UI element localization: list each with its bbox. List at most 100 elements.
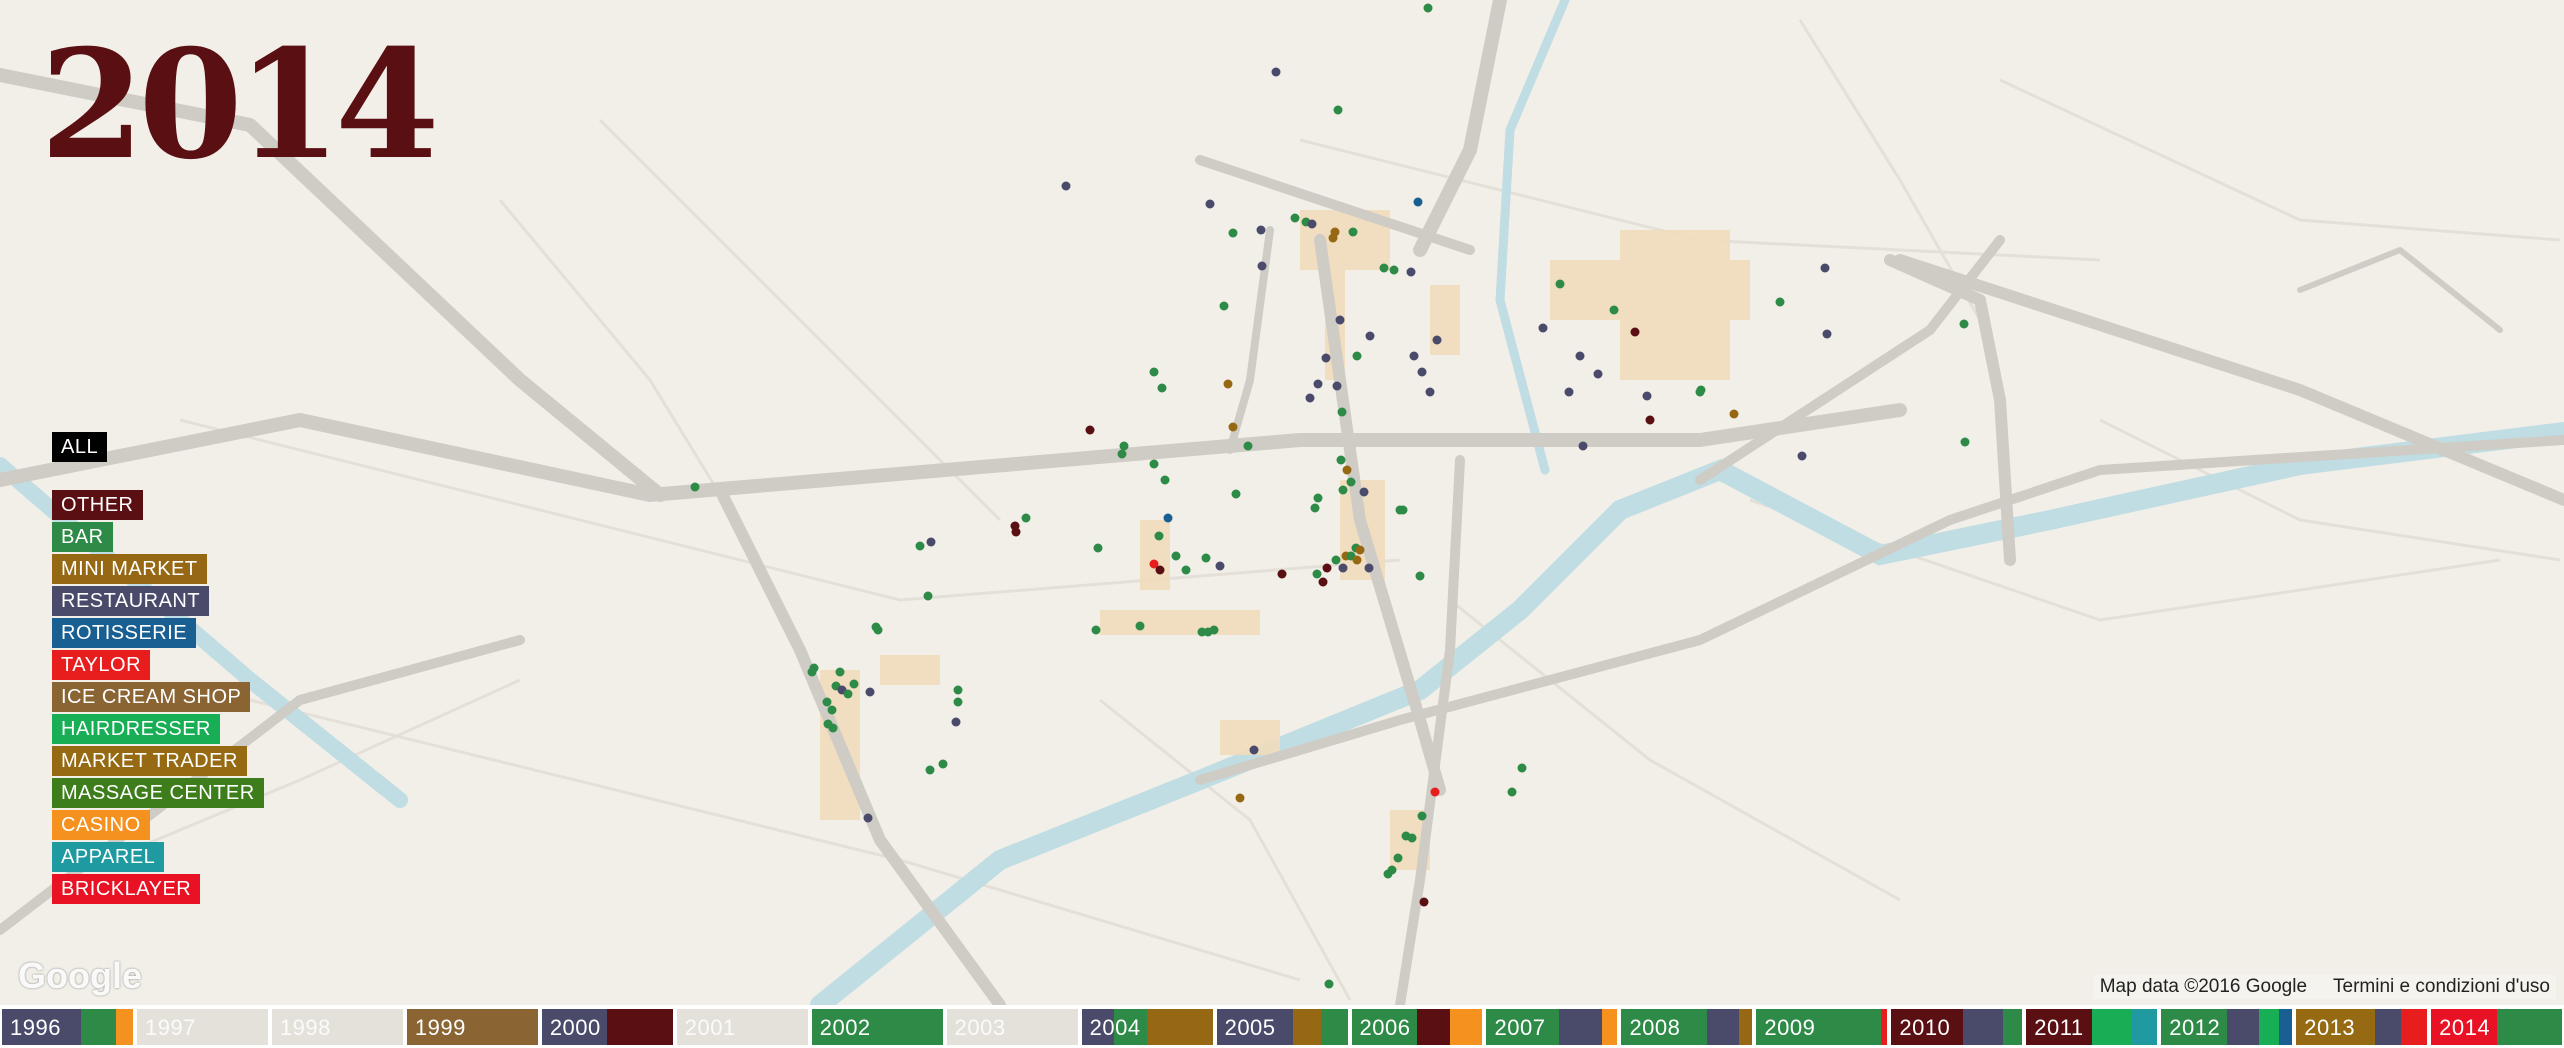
filter-restaurant-button[interactable]: RESTAURANT bbox=[52, 586, 210, 616]
map-pin[interactable] bbox=[1155, 565, 1165, 575]
year-1999-button[interactable]: 1999 bbox=[406, 1009, 538, 1045]
map-pin[interactable] bbox=[1342, 465, 1352, 475]
map-pin[interactable] bbox=[1430, 787, 1440, 797]
filter-bar-button[interactable]: BAR bbox=[52, 522, 113, 552]
map-pin[interactable] bbox=[1507, 787, 1517, 797]
map-pin[interactable] bbox=[1822, 329, 1832, 339]
map-pin[interactable] bbox=[1157, 383, 1167, 393]
year-1998-button[interactable]: 1998 bbox=[271, 1009, 403, 1045]
map-pin[interactable] bbox=[926, 537, 936, 547]
map-pin[interactable] bbox=[1695, 387, 1705, 397]
map-pin[interactable] bbox=[1415, 571, 1425, 581]
map-pin[interactable] bbox=[1389, 265, 1399, 275]
year-1997-button[interactable]: 1997 bbox=[136, 1009, 268, 1045]
map-pin[interactable] bbox=[1359, 487, 1369, 497]
map-pin[interactable] bbox=[1163, 513, 1173, 523]
map-pin[interactable] bbox=[953, 685, 963, 695]
map-pin[interactable] bbox=[1352, 351, 1362, 361]
map-pin[interactable] bbox=[1228, 422, 1238, 432]
map-pin[interactable] bbox=[1277, 569, 1287, 579]
map-pin[interactable] bbox=[1337, 407, 1347, 417]
map-pin[interactable] bbox=[1425, 387, 1435, 397]
year-2007-button[interactable]: 2007 bbox=[1486, 1009, 1618, 1045]
map-pin[interactable] bbox=[1333, 105, 1343, 115]
map-pin[interactable] bbox=[1797, 451, 1807, 461]
map-pin[interactable] bbox=[925, 765, 935, 775]
map-pin[interactable] bbox=[1310, 503, 1320, 513]
map-pin[interactable] bbox=[809, 663, 819, 673]
map-pin[interactable] bbox=[1249, 745, 1259, 755]
map-pin[interactable] bbox=[1423, 3, 1433, 13]
map-pin[interactable] bbox=[1312, 569, 1322, 579]
map-pin[interactable] bbox=[1609, 305, 1619, 315]
map-pin[interactable] bbox=[1407, 833, 1417, 843]
map-pin[interactable] bbox=[1324, 979, 1334, 989]
map-pin[interactable] bbox=[1383, 869, 1393, 879]
year-2010-button[interactable]: 2010 bbox=[1891, 1009, 2023, 1045]
map-pin[interactable] bbox=[865, 687, 875, 697]
map-pin[interactable] bbox=[1181, 565, 1191, 575]
map-pin[interactable] bbox=[1419, 897, 1429, 907]
map-pin[interactable] bbox=[1149, 459, 1159, 469]
map-pin[interactable] bbox=[1228, 228, 1238, 238]
map-pin[interactable] bbox=[690, 482, 700, 492]
map-pin[interactable] bbox=[1355, 545, 1365, 555]
filter-ice-cream-shop-button[interactable]: ICE CREAM SHOP bbox=[52, 682, 251, 712]
map-pin[interactable] bbox=[1729, 409, 1739, 419]
year-2013-button[interactable]: 2013 bbox=[2296, 1009, 2428, 1045]
map-pin[interactable] bbox=[1352, 555, 1362, 565]
map-pin[interactable] bbox=[1379, 263, 1389, 273]
map-pin[interactable] bbox=[1959, 319, 1969, 329]
map-pin[interactable] bbox=[1406, 267, 1416, 277]
filter-all-button[interactable]: ALL bbox=[52, 432, 108, 462]
map-pin[interactable] bbox=[1201, 553, 1211, 563]
map-pin[interactable] bbox=[1432, 335, 1442, 345]
filter-apparel-button[interactable]: APPAREL bbox=[52, 842, 165, 872]
map-pin[interactable] bbox=[1149, 367, 1159, 377]
filter-market-trader-button[interactable]: MARKET TRADER bbox=[52, 746, 247, 776]
map-pin[interactable] bbox=[1313, 379, 1323, 389]
map-pin[interactable] bbox=[849, 679, 859, 689]
map-pin[interactable] bbox=[1395, 505, 1405, 515]
filter-taylor-button[interactable]: TAYLOR bbox=[52, 650, 151, 680]
map-pin[interactable] bbox=[822, 697, 832, 707]
map-pin[interactable] bbox=[1364, 563, 1374, 573]
year-2009-button[interactable]: 2009 bbox=[1756, 1009, 1888, 1045]
year-2006-button[interactable]: 2006 bbox=[1351, 1009, 1483, 1045]
map-pin[interactable] bbox=[1231, 489, 1241, 499]
map-pin[interactable] bbox=[915, 541, 925, 551]
map-pin[interactable] bbox=[1321, 353, 1331, 363]
map-pin[interactable] bbox=[1160, 475, 1170, 485]
filter-other-button[interactable]: OTHER bbox=[52, 490, 143, 520]
map-pin[interactable] bbox=[1322, 563, 1332, 573]
map-pin[interactable] bbox=[1409, 351, 1419, 361]
map-pin[interactable] bbox=[1417, 811, 1427, 821]
terms-link[interactable]: Termini e condizioni d'uso bbox=[2333, 976, 2550, 998]
map-pin[interactable] bbox=[1290, 213, 1300, 223]
map-pin[interactable] bbox=[1271, 67, 1281, 77]
map-pin[interactable] bbox=[1575, 351, 1585, 361]
year-2001-button[interactable]: 2001 bbox=[676, 1009, 808, 1045]
map-pin[interactable] bbox=[827, 705, 837, 715]
year-1996-button[interactable]: 1996 bbox=[2, 1009, 133, 1045]
map-pin[interactable] bbox=[1960, 437, 1970, 447]
map-pin[interactable] bbox=[835, 667, 845, 677]
map-pin[interactable] bbox=[1061, 181, 1071, 191]
map-pin[interactable] bbox=[938, 759, 948, 769]
map-pin[interactable] bbox=[1332, 381, 1342, 391]
map-pin[interactable] bbox=[828, 723, 838, 733]
map-pin[interactable] bbox=[1085, 425, 1095, 435]
map-pin[interactable] bbox=[1564, 387, 1574, 397]
map-pin[interactable] bbox=[1203, 627, 1213, 637]
map-pin[interactable] bbox=[1091, 625, 1101, 635]
map-pin[interactable] bbox=[1305, 393, 1315, 403]
map-pin[interactable] bbox=[1578, 441, 1588, 451]
year-2008-button[interactable]: 2008 bbox=[1621, 1009, 1753, 1045]
map-pin[interactable] bbox=[951, 717, 961, 727]
map-pin[interactable] bbox=[1171, 551, 1181, 561]
map-pin[interactable] bbox=[1313, 493, 1323, 503]
map-pin[interactable] bbox=[1219, 301, 1229, 311]
map-pin[interactable] bbox=[1338, 563, 1348, 573]
map-pin[interactable] bbox=[1346, 477, 1356, 487]
map-pin[interactable] bbox=[1820, 263, 1830, 273]
